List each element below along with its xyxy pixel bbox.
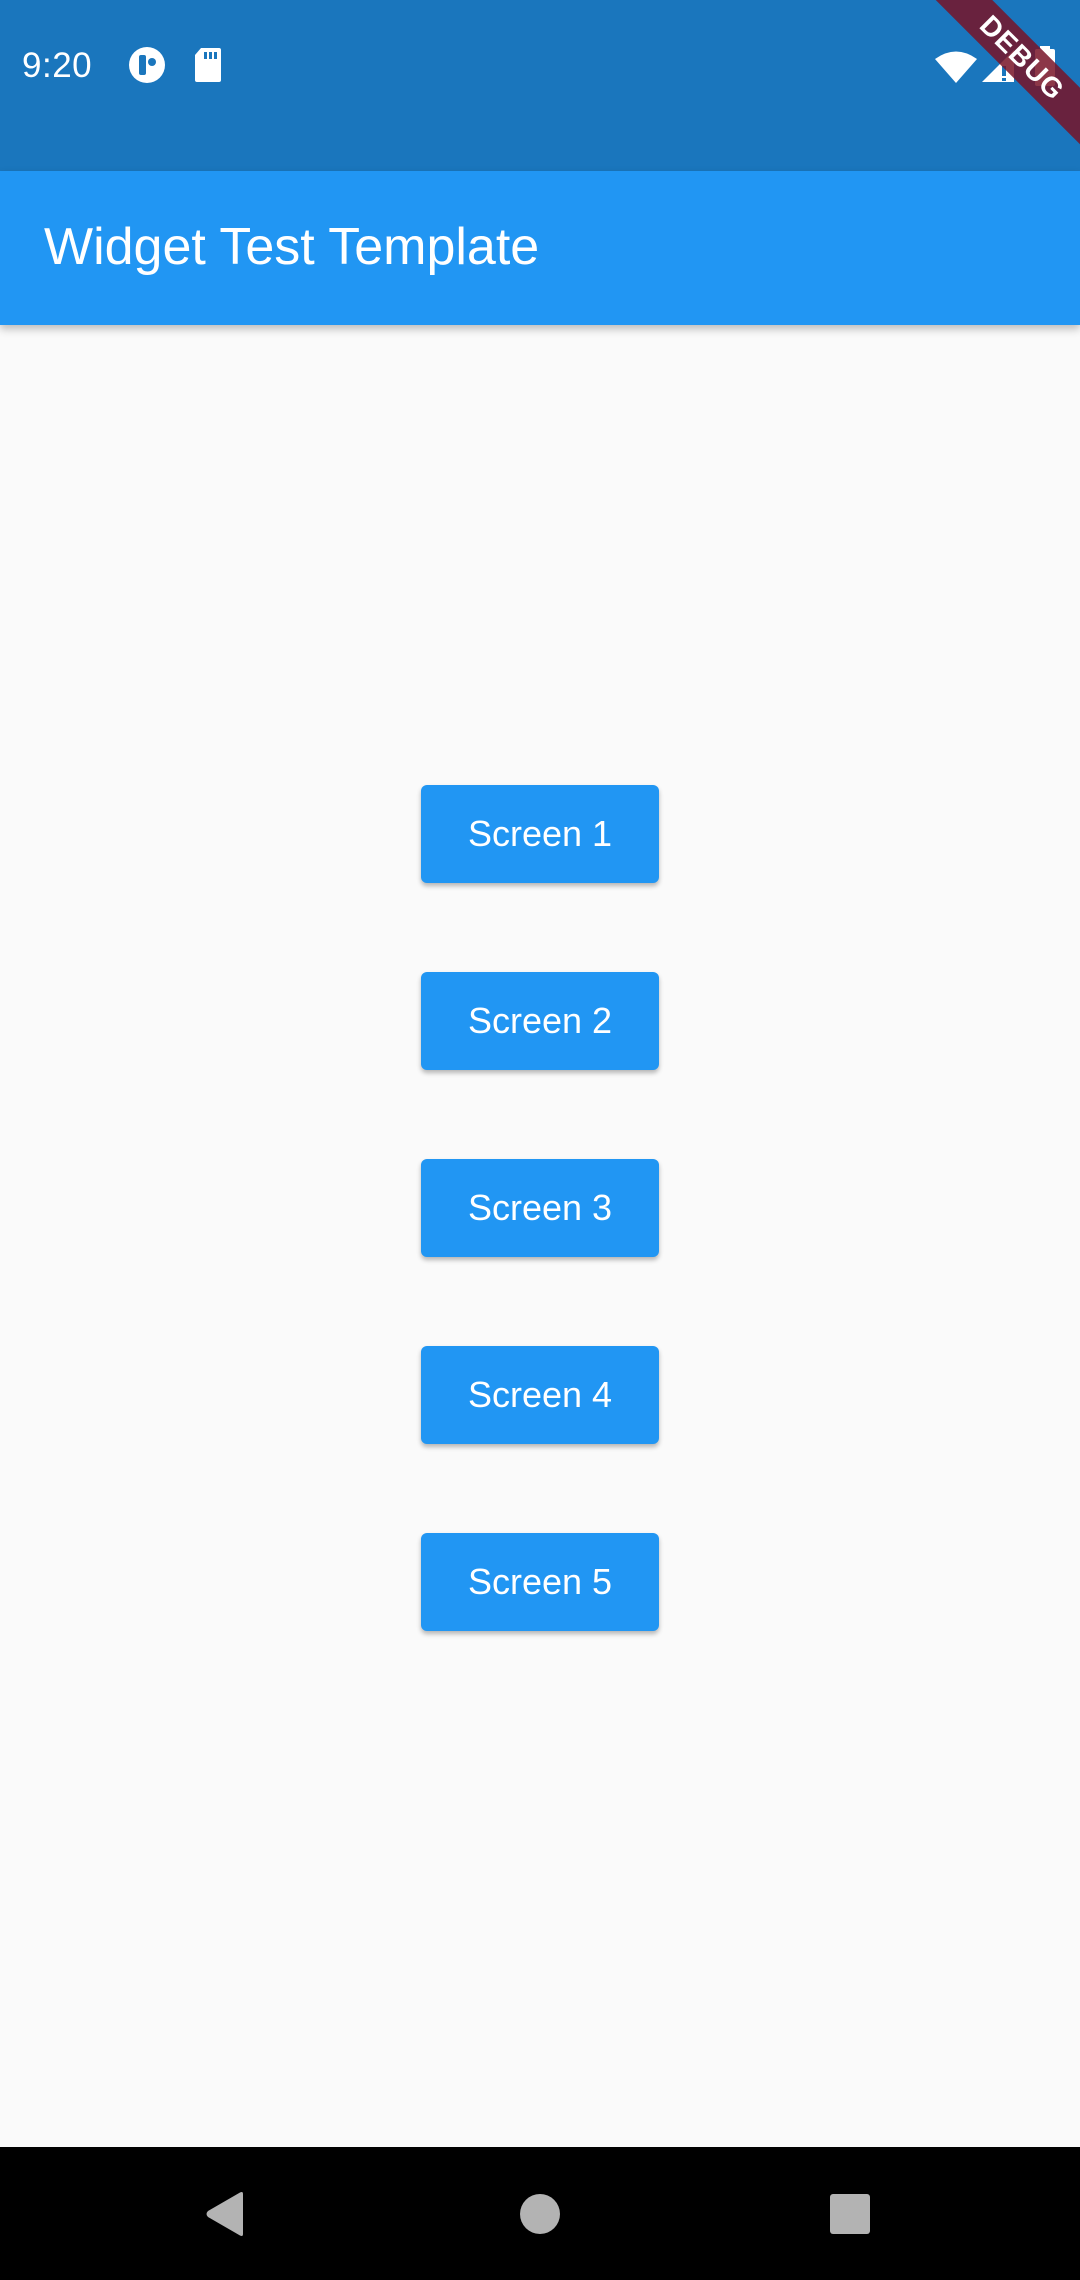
recents-button[interactable] bbox=[790, 2147, 910, 2280]
home-icon bbox=[520, 2193, 560, 2234]
debug-banner: DEBUG bbox=[920, 0, 1080, 160]
debug-banner-label: DEBUG bbox=[920, 0, 1080, 160]
screen-2-button[interactable]: Screen 2 bbox=[421, 972, 659, 1070]
status-time: 9:20 bbox=[22, 46, 93, 85]
status-bar: 9:20 bbox=[0, 0, 1080, 171]
recents-icon bbox=[830, 2193, 870, 2234]
screen-4-button[interactable]: Screen 4 bbox=[421, 1346, 659, 1444]
navigation-bar bbox=[0, 2147, 1080, 2280]
back-icon bbox=[206, 2191, 243, 2236]
screen-3-button[interactable]: Screen 3 bbox=[421, 1159, 659, 1257]
sd-card-icon bbox=[193, 46, 223, 89]
screen-1-button[interactable]: Screen 1 bbox=[421, 785, 659, 883]
app-notification-icon bbox=[128, 46, 166, 89]
app-bar: Widget Test Template bbox=[0, 171, 1080, 325]
home-button[interactable] bbox=[480, 2147, 600, 2280]
main-content: Screen 1 Screen 2 Screen 3 Screen 4 Scre… bbox=[0, 325, 1080, 2147]
back-button[interactable] bbox=[165, 2147, 285, 2280]
screen-5-button[interactable]: Screen 5 bbox=[421, 1533, 659, 1631]
page-title: Widget Test Template bbox=[44, 218, 540, 276]
